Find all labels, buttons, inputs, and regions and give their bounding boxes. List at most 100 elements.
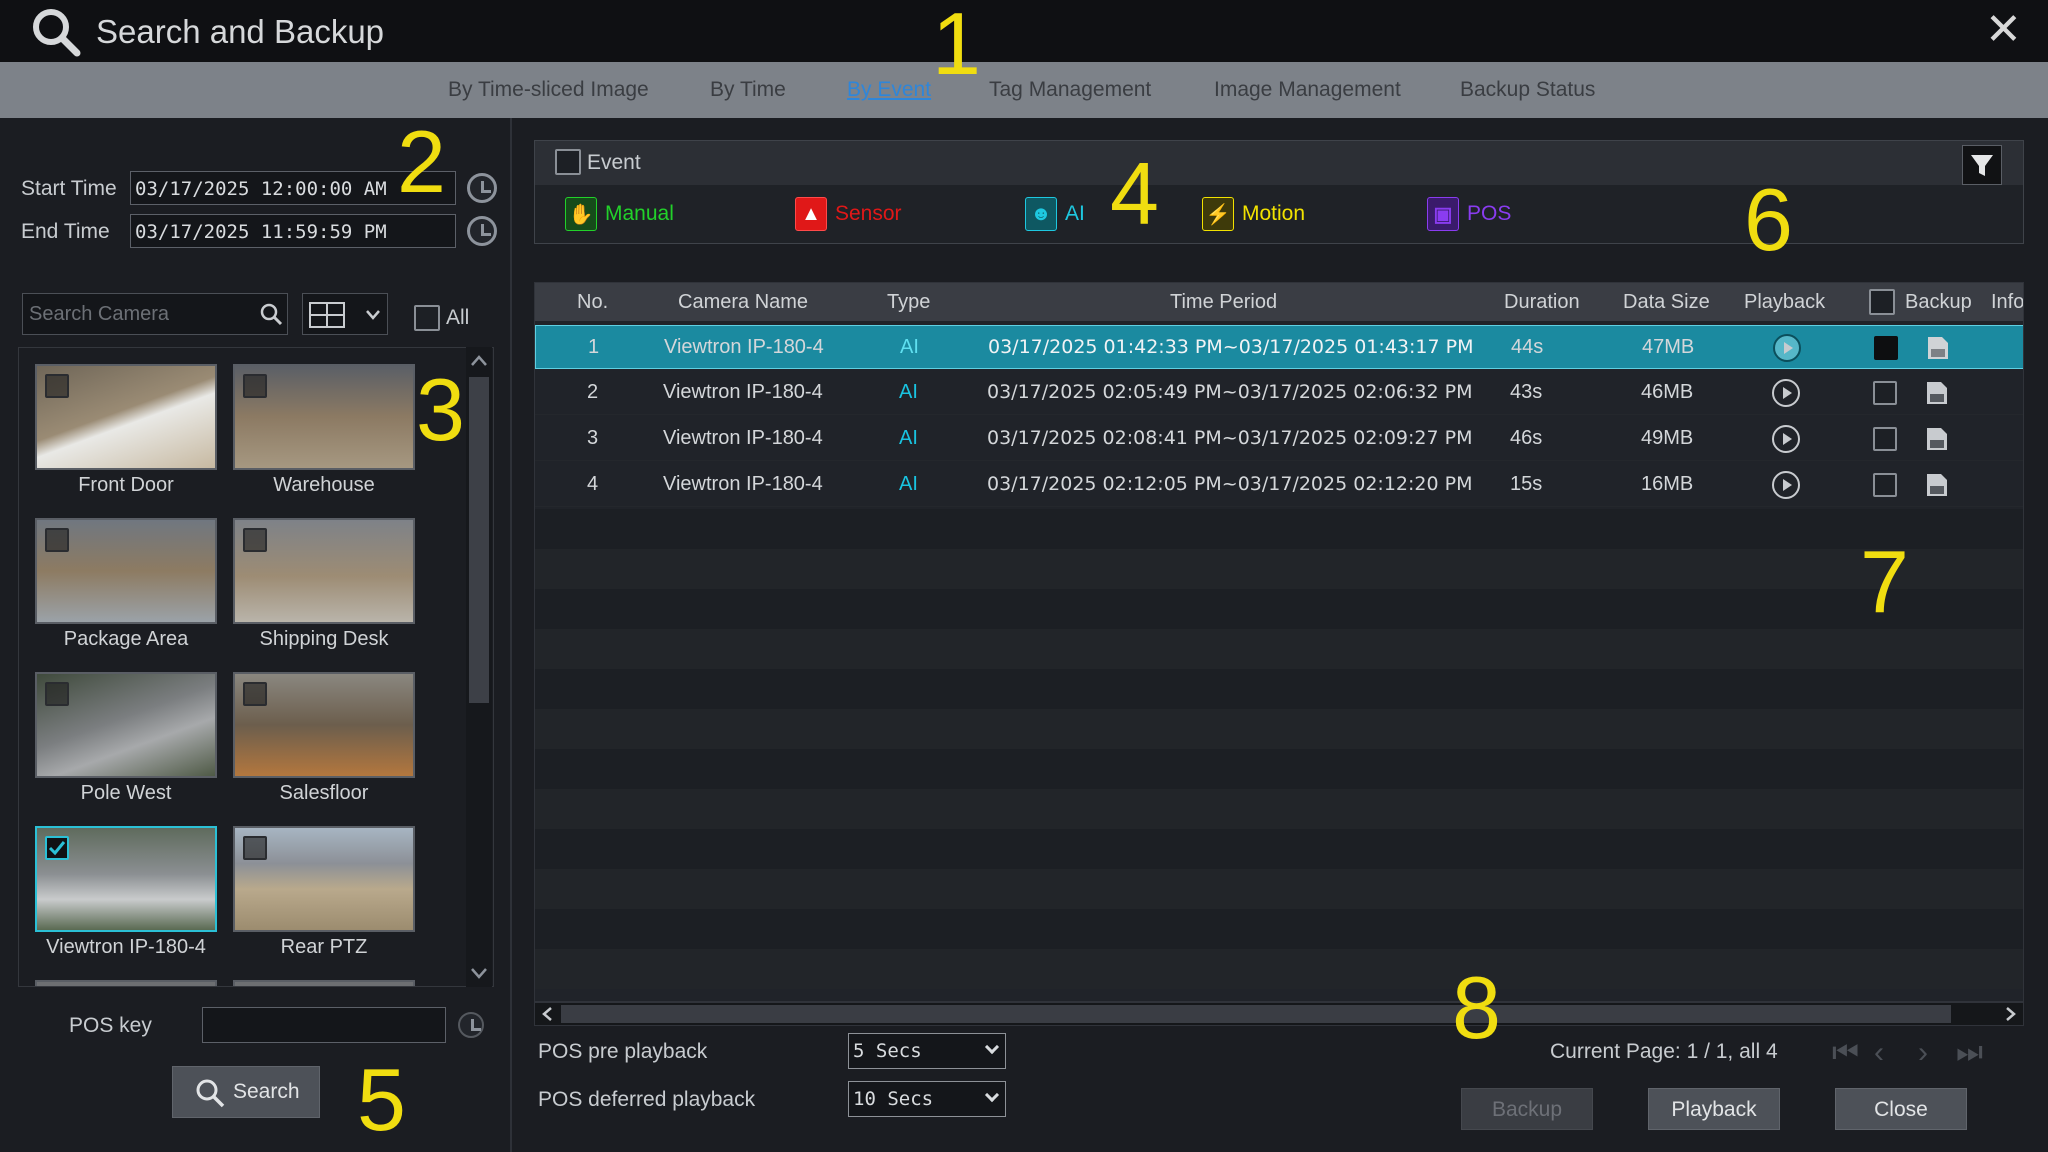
first-page-icon[interactable]: ⏮ [1832,1036,1859,1070]
camera-checkbox[interactable] [243,374,267,398]
backup-icon[interactable] [1925,380,1949,406]
table-row[interactable]: 2 Viewtron IP-180-4 AI 03/17/2025 02:05:… [535,371,2023,415]
row-backup-checkbox[interactable] [1874,336,1898,360]
camera-tile[interactable]: Pole West [35,672,217,805]
tab-backup-status[interactable]: Backup Status [1460,78,1595,102]
window-title: Search and Backup [96,13,385,50]
row-backup-checkbox[interactable] [1873,381,1897,405]
view-layout-select[interactable] [302,293,388,335]
table-horizontal-scrollbar[interactable] [534,1002,2024,1026]
pos-deferred-playback-select[interactable]: 10 Secs [848,1081,1006,1117]
backup-icon[interactable] [1925,426,1949,452]
camera-tile[interactable]: Shipping Desk [233,518,415,651]
row-duration: 44s [1511,336,1544,358]
camera-thumbnail[interactable] [233,672,415,778]
camera-tile[interactable]: Front Door [35,364,217,497]
camera-checkbox[interactable] [45,374,69,398]
camera-checkbox[interactable] [45,682,69,706]
prev-page-icon[interactable]: ‹ [1874,1036,1884,1070]
camera-tile[interactable]: Viewtron IP-180-4 [35,826,217,959]
all-cameras-checkbox[interactable] [414,305,440,331]
camera-thumbnail[interactable] [233,518,415,624]
event-type-ai[interactable]: ☻ AI [1025,197,1085,231]
camera-tile[interactable]: Salesfloor [233,672,415,805]
row-time-period: 03/17/2025 02:12:05 PM~03/17/2025 02:12:… [987,473,1473,495]
play-icon[interactable] [1773,334,1801,362]
camera-tile[interactable]: Package Area [35,518,217,651]
close-icon[interactable]: ✕ [1985,8,2022,52]
event-type-manual[interactable]: ✋ Manual [565,197,674,231]
row-backup-checkbox[interactable] [1873,427,1897,451]
end-time-clock-icon[interactable] [467,216,497,246]
scrollbar-thumb[interactable] [469,377,489,703]
play-icon[interactable] [1772,379,1800,407]
camera-thumbnail[interactable] [233,826,415,932]
tab-by-time[interactable]: By Time [710,78,786,102]
row-backup-checkbox[interactable] [1873,473,1897,497]
camera-thumbnail[interactable] [35,672,217,778]
camera-checkbox[interactable] [45,528,69,552]
play-icon[interactable] [1772,425,1800,453]
search-button[interactable]: Search [172,1066,320,1118]
tab-tag-management[interactable]: Tag Management [989,78,1151,102]
play-icon[interactable] [1772,471,1800,499]
camera-list-scrollbar[interactable] [466,347,492,987]
search-camera-input[interactable] [23,294,243,334]
end-time-field[interactable]: 03/17/2025 11:59:59 PM [130,214,456,248]
filter-button[interactable] [1962,145,2002,185]
search-icon [33,9,81,57]
camera-thumbnail[interactable] [233,364,415,470]
empty-row [535,629,2023,669]
search-icon[interactable] [259,302,283,326]
camera-checkbox[interactable] [243,836,267,860]
backup-all-checkbox[interactable] [1869,289,1895,315]
next-page-icon[interactable]: › [1918,1036,1928,1070]
empty-row [535,949,2023,989]
camera-tile[interactable]: Rear PTZ [233,826,415,959]
pos-deferred-playback-label: POS deferred playback [538,1088,756,1111]
row-data-size: 46MB [1641,381,1694,403]
row-number: 4 [587,473,599,495]
backup-icon[interactable] [1925,472,1949,498]
event-checkbox[interactable] [555,149,581,175]
last-page-icon[interactable]: ⏭ [1956,1036,1983,1070]
event-filter-header [535,141,2023,185]
scrollbar-thumb[interactable] [561,1005,1951,1023]
start-time-clock-icon[interactable] [467,173,497,203]
tab-time-sliced-image[interactable]: By Time-sliced Image [448,78,649,102]
pos-pre-playback-label: POS pre playback [538,1040,708,1063]
playback-button[interactable]: Playback [1648,1088,1780,1130]
table-row[interactable]: 1 Viewtron IP-180-4 AI 03/17/2025 01:42:… [535,325,2023,369]
scroll-up-icon[interactable] [469,353,489,369]
pos-key-clock-icon[interactable] [458,1012,484,1038]
scroll-down-icon[interactable] [469,965,489,981]
tab-by-event[interactable]: By Event [847,78,931,102]
event-type-sensor[interactable]: ▲ Sensor [795,197,902,231]
chevron-down-icon [366,310,380,320]
empty-row [535,829,2023,869]
camera-checkbox[interactable] [243,682,267,706]
camera-checkbox[interactable] [45,836,69,860]
callout-number: 8 [1452,958,1501,1057]
camera-label: Front Door [78,474,174,496]
table-row[interactable]: 3 Viewtron IP-180-4 AI 03/17/2025 02:08:… [535,417,2023,461]
table-row[interactable]: 4 Viewtron IP-180-4 AI 03/17/2025 02:12:… [535,463,2023,507]
camera-checkbox[interactable] [243,528,267,552]
callout-number: 3 [416,360,465,459]
camera-tile[interactable]: Warehouse [233,364,415,497]
event-type-motion[interactable]: ⚡ Motion [1202,197,1305,231]
camera-thumbnail[interactable] [35,826,217,932]
camera-label: Salesfloor [279,782,369,804]
tab-image-management[interactable]: Image Management [1214,78,1401,102]
camera-label: Shipping Desk [259,628,389,650]
camera-thumbnail[interactable] [35,364,217,470]
backup-icon[interactable] [1926,335,1950,361]
pos-pre-playback-select[interactable]: 5 Secs [848,1033,1006,1069]
scroll-right-icon[interactable] [2001,1005,2019,1023]
backup-button[interactable]: Backup [1461,1088,1593,1130]
scroll-left-icon[interactable] [539,1005,557,1023]
pos-key-input[interactable] [202,1007,446,1043]
close-button[interactable]: Close [1835,1088,1967,1130]
camera-thumbnail[interactable] [35,518,217,624]
event-type-pos[interactable]: ▣ POS [1427,197,1511,231]
